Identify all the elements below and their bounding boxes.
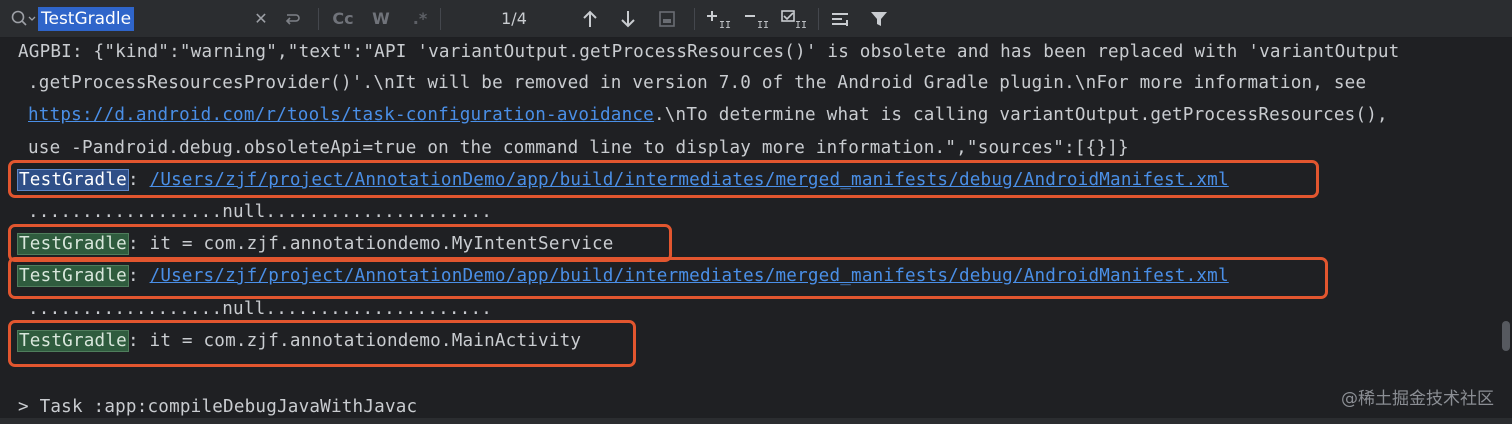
docs-link[interactable]: https://d.android.com/r/tools/task-confi… [28, 105, 654, 125]
status-strip [0, 418, 1512, 424]
search-match: TestGradle [17, 330, 129, 352]
log-separator: : [127, 170, 150, 190]
log-separator: : [127, 266, 150, 286]
log-line-manifest: TestGradle: /Users/zjf/project/Annotatio… [17, 165, 1229, 195]
words-toggle[interactable]: W [369, 0, 393, 37]
clear-icon[interactable]: ✕ [250, 0, 272, 37]
log-text: : it = com.zjf.annotationdemo.MyIntentSe… [127, 234, 614, 254]
log-line-it: TestGradle: it = com.zjf.annotationdemo.… [17, 229, 614, 259]
console-line: use -Pandroid.debug.obsoleteApi=true on … [28, 138, 1129, 158]
log-text: : it = com.zjf.annotationdemo.MainActivi… [127, 331, 582, 351]
svg-text:II: II [795, 20, 806, 29]
regex-toggle[interactable]: .* [408, 0, 432, 37]
console-output: AGPBI: {"kind":"warning","text":"API 'va… [0, 38, 1512, 424]
svg-text:II: II [719, 20, 731, 29]
match-case-toggle[interactable]: Cc [330, 0, 356, 37]
toolbar-separator [694, 8, 695, 30]
remove-selection-icon[interactable]: II [741, 0, 771, 37]
console-line: https://d.android.com/r/tools/task-confi… [28, 100, 1388, 130]
manifest-link[interactable]: /Users/zjf/project/AnnotationDemo/app/bu… [150, 170, 1229, 190]
console-line: .getProcessResourcesProvider()'.\nIt wil… [28, 73, 1367, 93]
search-input[interactable]: TestGradle [38, 6, 135, 31]
toolbar-separator [440, 8, 441, 30]
toolbar-separator [818, 8, 819, 30]
console-line: AGPBI: {"kind":"warning","text":"API 'va… [18, 42, 1400, 62]
watermark: @稀土掘金技术社区 [1341, 389, 1494, 409]
search-match-current: TestGradle [17, 169, 129, 191]
filter-options-icon[interactable] [828, 0, 854, 37]
search-match: TestGradle [17, 265, 129, 287]
vertical-scrollbar[interactable] [1502, 321, 1510, 351]
toggle-selection-icon[interactable]: II [778, 0, 808, 37]
prev-match-icon[interactable] [578, 0, 602, 37]
replace-icon[interactable] [282, 0, 304, 37]
log-line-manifest: TestGradle: /Users/zjf/project/Annotatio… [17, 261, 1229, 291]
toolbar-separator [318, 8, 319, 30]
select-all-icon[interactable] [655, 0, 679, 37]
next-match-icon[interactable] [616, 0, 640, 37]
log-line-it: TestGradle: it = com.zjf.annotationdemo.… [17, 326, 582, 356]
filter-icon[interactable] [866, 0, 892, 37]
null-line: ..................null..................… [28, 299, 493, 319]
search-icon[interactable] [10, 9, 36, 29]
svg-text:II: II [757, 20, 769, 29]
null-line: ..................null..................… [28, 202, 493, 222]
match-count: 1/4 [501, 9, 527, 28]
find-toolbar: TestGradle ✕ Cc W .* 1/4 II II II [0, 0, 1512, 38]
search-match: TestGradle [17, 233, 129, 255]
manifest-link[interactable]: /Users/zjf/project/AnnotationDemo/app/bu… [150, 266, 1229, 286]
add-selection-icon[interactable]: II [703, 0, 733, 37]
console-line-text: .\nTo determine what is calling variantO… [653, 105, 1388, 125]
